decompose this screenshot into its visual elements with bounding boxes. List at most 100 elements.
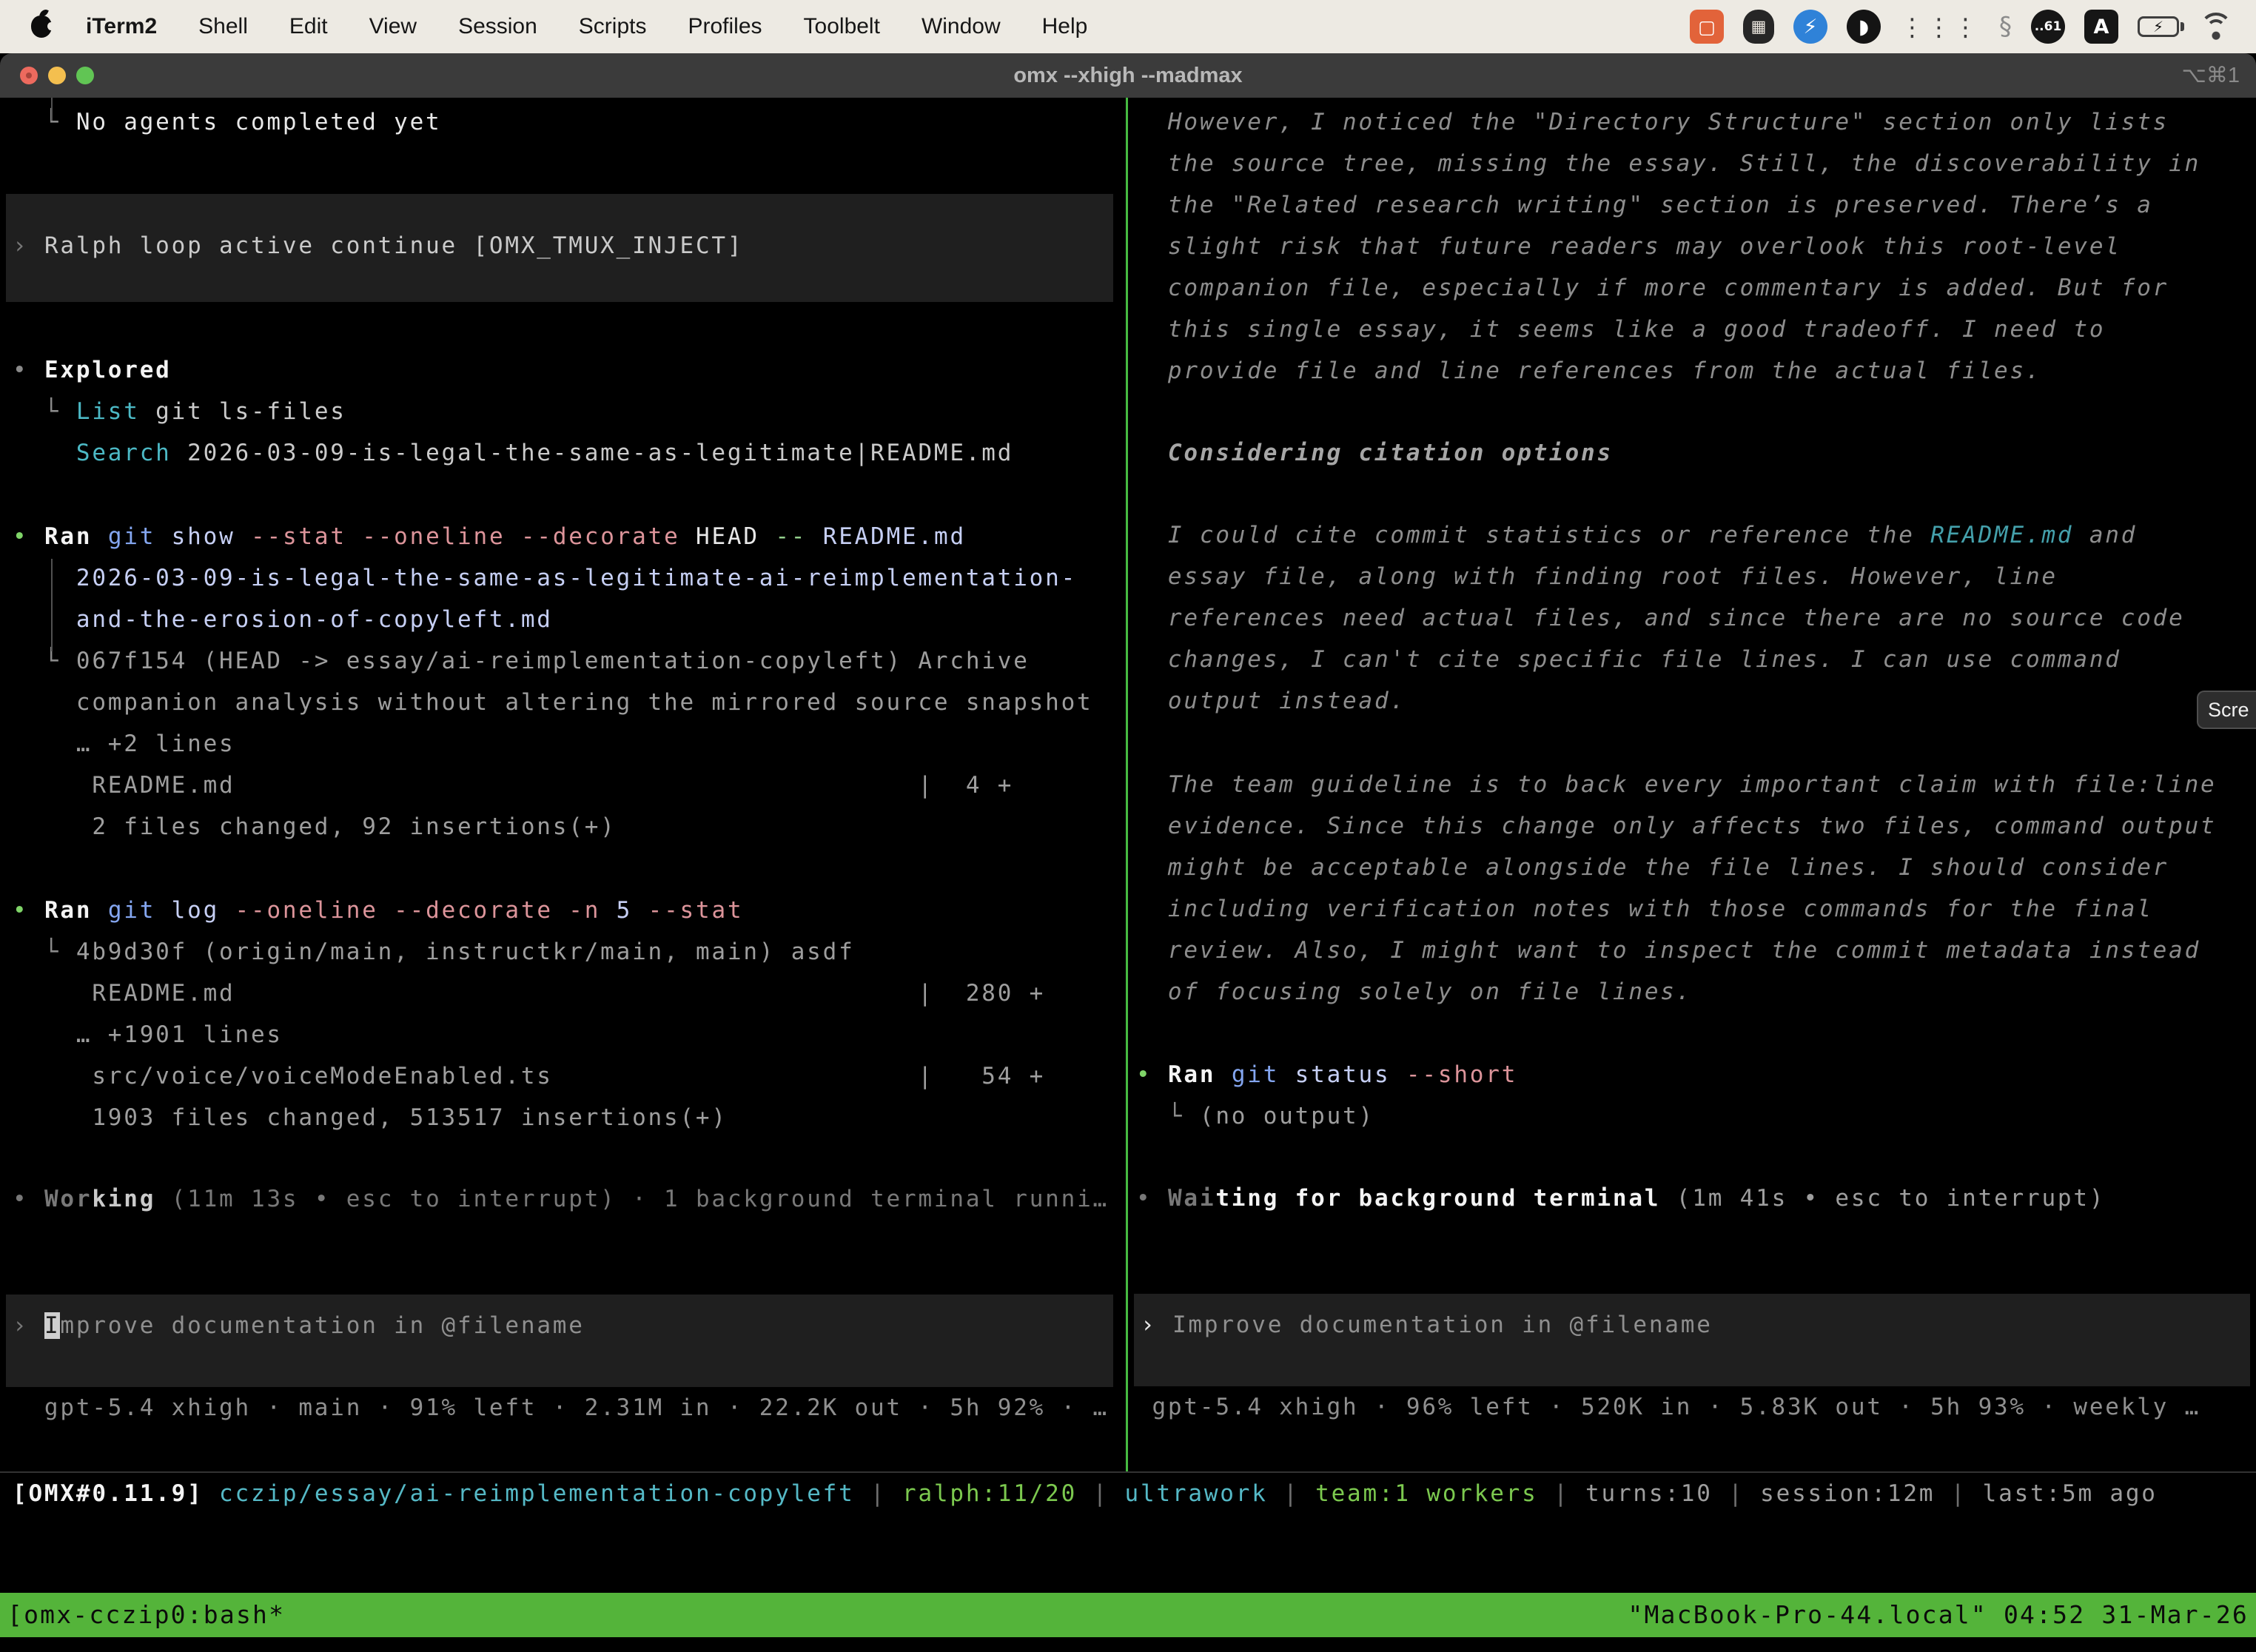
thought-line: companion file, especially if more comme… xyxy=(1136,267,2256,309)
tool-call-line: └ List git ls-files xyxy=(13,391,1124,432)
text-segment: ting for background terminal xyxy=(1215,1185,1660,1212)
text-segment: • xyxy=(13,523,44,550)
squiggle-icon[interactable]: § xyxy=(1999,12,2012,41)
chat-app-icon[interactable]: ▢ xyxy=(1690,10,1724,44)
text-segment xyxy=(13,440,76,466)
menu-item-scripts[interactable]: Scripts xyxy=(579,14,647,39)
model-status-line: gpt-5.4 xhigh · main · 91% left · 2.31M … xyxy=(13,1387,1124,1428)
text-segment: • xyxy=(1136,1185,1168,1212)
text-segment: • xyxy=(13,1186,44,1212)
text-segment: Considering citation options xyxy=(1136,440,1613,466)
text-segment: status xyxy=(1279,1061,1390,1088)
text-segment: | xyxy=(1538,1480,1585,1507)
command-output-line: README.md | 4 + xyxy=(13,765,1124,806)
thought-line: this single essay, it seems like a good … xyxy=(1136,309,2256,350)
command-output-line: └ 4b9d30f (origin/main, instructkr/main,… xyxy=(13,931,1124,973)
text-segment: | xyxy=(1077,1480,1124,1507)
command-output-line: 1903 files changed, 513517 insertions(+) xyxy=(13,1097,1124,1138)
title-bar[interactable]: omx --xhigh --madmax ⌥⌘1 xyxy=(0,53,2256,98)
text-segment: └ xyxy=(13,939,76,965)
battery-icon[interactable]: ⚡ xyxy=(2138,16,2179,37)
text-segment: cczip/essay/ai-reimplementation-copyleft xyxy=(219,1480,855,1507)
text-segment: [OMX#0.11.9] xyxy=(13,1480,204,1507)
text-segment: gpt-5.4 xhigh · main · 91% left · 2.31M … xyxy=(13,1394,1109,1421)
text-segment xyxy=(92,897,107,924)
menu-item-iterm2[interactable]: iTerm2 xyxy=(86,14,157,39)
text-segment: (1m 41s • esc to interrupt) xyxy=(1660,1185,2105,1212)
tree-guide-line xyxy=(51,559,53,651)
badge-61-icon[interactable]: ..61 xyxy=(2031,10,2065,44)
text-segment: companion analysis without altering the … xyxy=(13,689,1093,716)
text-segment: and xyxy=(2073,522,2137,548)
text-segment: output instead. xyxy=(1136,688,1406,714)
agent-result-line: └ No agents completed yet xyxy=(13,101,1124,143)
apple-menu-icon[interactable] xyxy=(31,16,52,38)
dots-grid-icon[interactable]: ⋮⋮⋮ xyxy=(1900,13,1980,41)
text-segment: • xyxy=(13,897,44,924)
menu-item-session[interactable]: Session xyxy=(458,14,537,39)
spacer xyxy=(13,302,1124,349)
text-segment: › xyxy=(1141,1312,1172,1338)
prompt-input-box[interactable]: › Improve documentation in @filename xyxy=(6,1295,1113,1387)
text-segment: show xyxy=(155,523,235,550)
text-segment: git ls-files xyxy=(140,398,346,425)
menu-item-shell[interactable]: Shell xyxy=(198,14,248,39)
thought-line: The team guideline is to back every impo… xyxy=(1136,764,2256,805)
thought-line: slight risk that future readers may over… xyxy=(1136,226,2256,267)
shield-grid-icon[interactable]: ▦ xyxy=(1743,10,1774,44)
ran-command-line: • Ran git log --oneline --decorate -n 5 … xyxy=(13,890,1124,931)
left-pane[interactable]: └ No agents completed yet › Ralph loop ac… xyxy=(0,98,1124,1471)
injected-prompt-box[interactable]: › Ralph loop active continue [OMX_TMUX_I… xyxy=(6,194,1113,302)
text-segment: • xyxy=(1136,1061,1168,1088)
right-pane[interactable]: However, I noticed the "Directory Struct… xyxy=(1132,98,2256,1471)
text-segment: List xyxy=(76,398,140,425)
text-segment: 4b9d30f (origin/main, instructkr/main, m… xyxy=(76,939,855,965)
text-segment: team:1 workers xyxy=(1315,1480,1538,1507)
crescent-circle-icon[interactable]: ◗ xyxy=(1847,10,1881,44)
spark-badge-icon[interactable]: ⚡ xyxy=(1793,10,1827,44)
text-segment: and-the-erosion-of-copyleft.md xyxy=(13,606,553,633)
menu-item-toolbelt[interactable]: Toolbelt xyxy=(804,14,880,39)
working-status-line: • Working (11m 13s • esc to interrupt) ·… xyxy=(13,1178,1124,1220)
text-segment xyxy=(204,1480,219,1507)
command-output-line: README.md | 280 + xyxy=(13,973,1124,1014)
text-segment: git xyxy=(108,897,155,924)
text-segment: No agents completed yet xyxy=(76,109,442,135)
text-segment: git xyxy=(1232,1061,1279,1088)
tmux-status-bar: [omx-cczip0:bash* "MacBook-Pro-44.local"… xyxy=(0,1593,2256,1637)
text-segment: HEAD xyxy=(680,523,759,550)
spacer xyxy=(1136,392,2256,432)
tmux-session-label[interactable]: [omx-cczip0:bash* xyxy=(7,1593,285,1637)
thought-line: provide file and line references from th… xyxy=(1136,350,2256,392)
command-output-line: 2 files changed, 92 insertions(+) xyxy=(13,806,1124,847)
text-segment: I could cite commit statistics or refere… xyxy=(1136,522,1930,548)
wifi-icon[interactable] xyxy=(2198,13,2234,41)
text-segment: of focusing solely on file lines. xyxy=(1136,978,1692,1005)
spacer xyxy=(1136,474,2256,514)
menu-item-profiles[interactable]: Profiles xyxy=(688,14,762,39)
text-segment: Wai xyxy=(1168,1185,1215,1212)
command-output-line: companion analysis without altering the … xyxy=(13,682,1124,723)
text-segment: src/voice/voiceModeEnabled.ts | 54 + xyxy=(13,1063,1045,1089)
spacer xyxy=(1136,1219,2256,1294)
text-segment: -- xyxy=(759,523,807,550)
command-output-line: … +2 lines xyxy=(13,723,1124,765)
text-segment: README.md | 4 + xyxy=(13,772,1013,799)
tree-guide-line xyxy=(51,98,53,121)
prompt-input-box[interactable]: › Improve documentation in @filename xyxy=(1134,1294,2250,1386)
ran-command-line: • Ran git status --short xyxy=(1136,1054,2256,1095)
text-segment: (no output) xyxy=(1200,1103,1374,1129)
text-segment: mprove documentation in @filename xyxy=(60,1312,584,1339)
menu-item-help[interactable]: Help xyxy=(1042,14,1088,39)
menu-item-window[interactable]: Window xyxy=(921,14,1001,39)
text-segment: king xyxy=(92,1186,155,1212)
text-segment: --stat --oneline --decorate xyxy=(235,523,680,550)
text-segment: 1903 files changed, 513517 insertions(+) xyxy=(13,1104,728,1131)
text-segment: log xyxy=(155,897,219,924)
letter-a-icon[interactable]: A xyxy=(2084,10,2118,44)
text-segment: gpt-5.4 xhigh · 96% left · 520K in · 5.8… xyxy=(1136,1394,2200,1420)
waiting-status-line: • Waiting for background terminal (1m 41… xyxy=(1136,1178,2256,1219)
menu-item-edit[interactable]: Edit xyxy=(289,14,328,39)
menu-item-view[interactable]: View xyxy=(369,14,417,39)
spacer xyxy=(13,1138,1124,1178)
